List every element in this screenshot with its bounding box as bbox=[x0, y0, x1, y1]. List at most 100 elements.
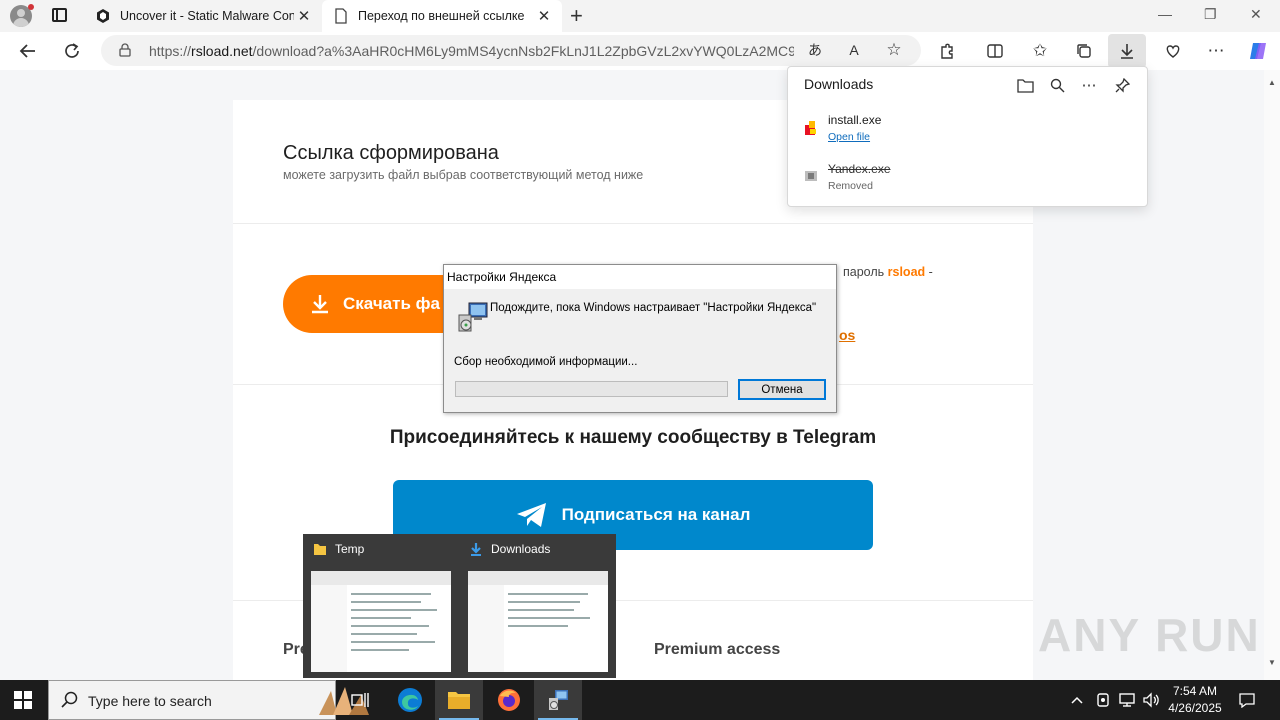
taskbar-thumbnail-preview: Temp Downloads bbox=[303, 534, 616, 678]
scroll-down-icon[interactable]: ▼ bbox=[1268, 658, 1276, 667]
taskbar-search-box[interactable]: Type here to search bbox=[48, 680, 369, 720]
install-progress-bar bbox=[455, 381, 728, 397]
windows-taskbar: Type here to search 7:54 AM 4/26/2025 bbox=[0, 680, 1280, 720]
copilot-icon[interactable] bbox=[1247, 40, 1269, 62]
preview-window-downloads[interactable]: Downloads bbox=[469, 542, 550, 556]
browser-toolbar: https://rsload.net/download?a%3AaHR0cHM6… bbox=[0, 32, 1280, 70]
download-icon bbox=[1121, 44, 1133, 59]
settings-more-icon[interactable]: ⋯ bbox=[1205, 40, 1227, 62]
premium-access-label: Premium access bbox=[654, 641, 781, 658]
notifications-icon[interactable] bbox=[1238, 680, 1256, 720]
clock-date: 4/26/2025 bbox=[1168, 701, 1222, 715]
installer-computer-icon bbox=[458, 302, 488, 332]
firefox-taskbar-icon[interactable] bbox=[485, 680, 533, 720]
close-icon[interactable]: ✕ bbox=[534, 7, 554, 25]
cancel-button[interactable]: Отмена bbox=[738, 379, 826, 400]
download-folder-icon bbox=[471, 543, 481, 556]
installer-file-icon bbox=[805, 121, 816, 135]
minimize-icon[interactable]: — bbox=[1158, 6, 1172, 22]
hexagon-favicon-icon bbox=[97, 9, 109, 23]
telegram-plane-icon bbox=[516, 503, 546, 527]
task-view-icon[interactable] bbox=[336, 680, 384, 720]
edge-taskbar-icon[interactable] bbox=[386, 680, 434, 720]
downloads-panel: Downloads ⋯ install.exe Open file Yandex… bbox=[787, 66, 1148, 207]
pin-icon[interactable] bbox=[1112, 75, 1132, 95]
tab-title: Uncover it - Static Malware Confi bbox=[120, 9, 294, 23]
more-options-icon[interactable]: ⋯ bbox=[1079, 75, 1099, 95]
downloads-button[interactable] bbox=[1108, 34, 1146, 68]
tab-title: Переход по внешней ссылке bbox=[358, 9, 525, 23]
extensions-icon[interactable] bbox=[936, 40, 958, 62]
password-label: пароль bbox=[843, 265, 888, 279]
window-close-icon[interactable]: ✕ bbox=[1250, 6, 1262, 23]
file-explorer-taskbar-icon[interactable] bbox=[435, 680, 483, 720]
password-value: rsload bbox=[887, 265, 926, 279]
browser-essentials-icon[interactable] bbox=[1162, 40, 1184, 62]
show-hidden-icons[interactable] bbox=[1070, 680, 1084, 720]
telegram-heading: Присоединяйтесь к нашему сообществу в Te… bbox=[389, 427, 877, 448]
divider bbox=[233, 223, 1033, 224]
download-status: Removed bbox=[828, 180, 873, 192]
volume-icon[interactable] bbox=[1142, 680, 1160, 720]
temp-window-thumbnail[interactable] bbox=[311, 571, 451, 672]
restore-icon[interactable]: ❐ bbox=[1204, 6, 1217, 23]
dialog-title: Настройки Яндекса bbox=[444, 265, 836, 289]
downloads-title: Downloads bbox=[804, 76, 874, 92]
tab-strip: Uncover it - Static Malware Confi ✕ Пере… bbox=[0, 0, 1280, 32]
scroll-up-icon[interactable]: ▲ bbox=[1268, 78, 1276, 87]
page-title: Ссылка сформирована bbox=[283, 142, 499, 164]
back-arrow-icon[interactable] bbox=[17, 40, 39, 62]
search-icon[interactable] bbox=[1047, 75, 1067, 95]
subscribe-button-label: Подписаться на канал bbox=[561, 505, 751, 524]
tray-app-icon[interactable] bbox=[1096, 680, 1110, 720]
search-icon bbox=[61, 691, 78, 708]
tab-actions-icon[interactable] bbox=[52, 8, 67, 22]
page-scrollbar[interactable]: ▲ ▼ bbox=[1264, 70, 1280, 680]
new-tab-icon[interactable]: + bbox=[570, 3, 583, 29]
download-arrow-icon bbox=[312, 295, 328, 314]
taskbar-clock[interactable]: 7:54 AM 4/26/2025 bbox=[1162, 683, 1228, 717]
refresh-icon[interactable] bbox=[61, 40, 83, 62]
installer-dialog: Настройки Яндекса Подождите, пока Window… bbox=[443, 264, 837, 413]
download-item-name[interactable]: install.exe bbox=[828, 113, 881, 127]
folder-icon bbox=[314, 544, 326, 555]
downloads-window-thumbnail[interactable] bbox=[468, 571, 608, 672]
network-icon[interactable] bbox=[1118, 680, 1136, 720]
dialog-status: Сбор необходимой информации... bbox=[454, 356, 638, 368]
preview-window-temp[interactable]: Temp bbox=[313, 542, 364, 556]
favorite-star-icon[interactable]: ☆ bbox=[883, 39, 905, 61]
os-link[interactable]: os bbox=[839, 327, 855, 343]
download-item-name[interactable]: Yandex.exe bbox=[828, 162, 891, 176]
preview-label: Temp bbox=[335, 542, 365, 556]
removed-file-icon bbox=[805, 171, 817, 181]
url-prefix: https:// bbox=[149, 43, 192, 59]
profile-notification-dot bbox=[28, 4, 34, 10]
tab-uncover-it[interactable]: Uncover it - Static Malware Confi ✕ bbox=[84, 0, 322, 32]
tab-external-link[interactable]: Переход по внешней ссылке ✕ bbox=[322, 0, 562, 32]
clock-time: 7:54 AM bbox=[1172, 684, 1218, 698]
translate-icon[interactable]: あ bbox=[804, 39, 826, 61]
anyrun-watermark: ANY RUN bbox=[1038, 609, 1261, 661]
read-aloud-icon[interactable]: A bbox=[843, 39, 865, 61]
search-placeholder: Type here to search bbox=[88, 693, 212, 709]
installer-taskbar-icon[interactable] bbox=[534, 680, 582, 720]
open-file-link[interactable]: Open file bbox=[828, 131, 870, 143]
address-bar[interactable]: https://rsload.net/download?a%3AaHR0cHM6… bbox=[101, 35, 921, 66]
dialog-message: Подождите, пока Windows настраивает "Нас… bbox=[490, 302, 817, 314]
download-button-label: Скачать фа bbox=[343, 294, 440, 313]
url-text[interactable]: https://rsload.net/download?a%3AaHR0cHM6… bbox=[149, 43, 794, 59]
open-folder-icon[interactable] bbox=[1015, 75, 1035, 95]
page-favicon-icon bbox=[335, 8, 347, 24]
page-subtitle: можете загрузить файл выбрав соответству… bbox=[283, 168, 644, 182]
windows-start-icon[interactable] bbox=[14, 691, 32, 709]
password-suffix: - bbox=[925, 265, 933, 279]
lock-icon[interactable] bbox=[118, 43, 132, 57]
split-screen-icon[interactable] bbox=[984, 40, 1006, 62]
preview-label: Downloads bbox=[491, 542, 551, 556]
url-domain: rsload.net bbox=[191, 43, 253, 59]
collections-icon[interactable] bbox=[1073, 40, 1095, 62]
url-path: /download?a%3AaHR0cHM6Ly9mMS4ycnNsb2FkLn… bbox=[252, 43, 794, 59]
close-icon[interactable]: ✕ bbox=[294, 7, 314, 25]
favorites-icon[interactable]: ✩ bbox=[1029, 40, 1051, 62]
password-hint: пароль rsload - bbox=[843, 265, 933, 279]
